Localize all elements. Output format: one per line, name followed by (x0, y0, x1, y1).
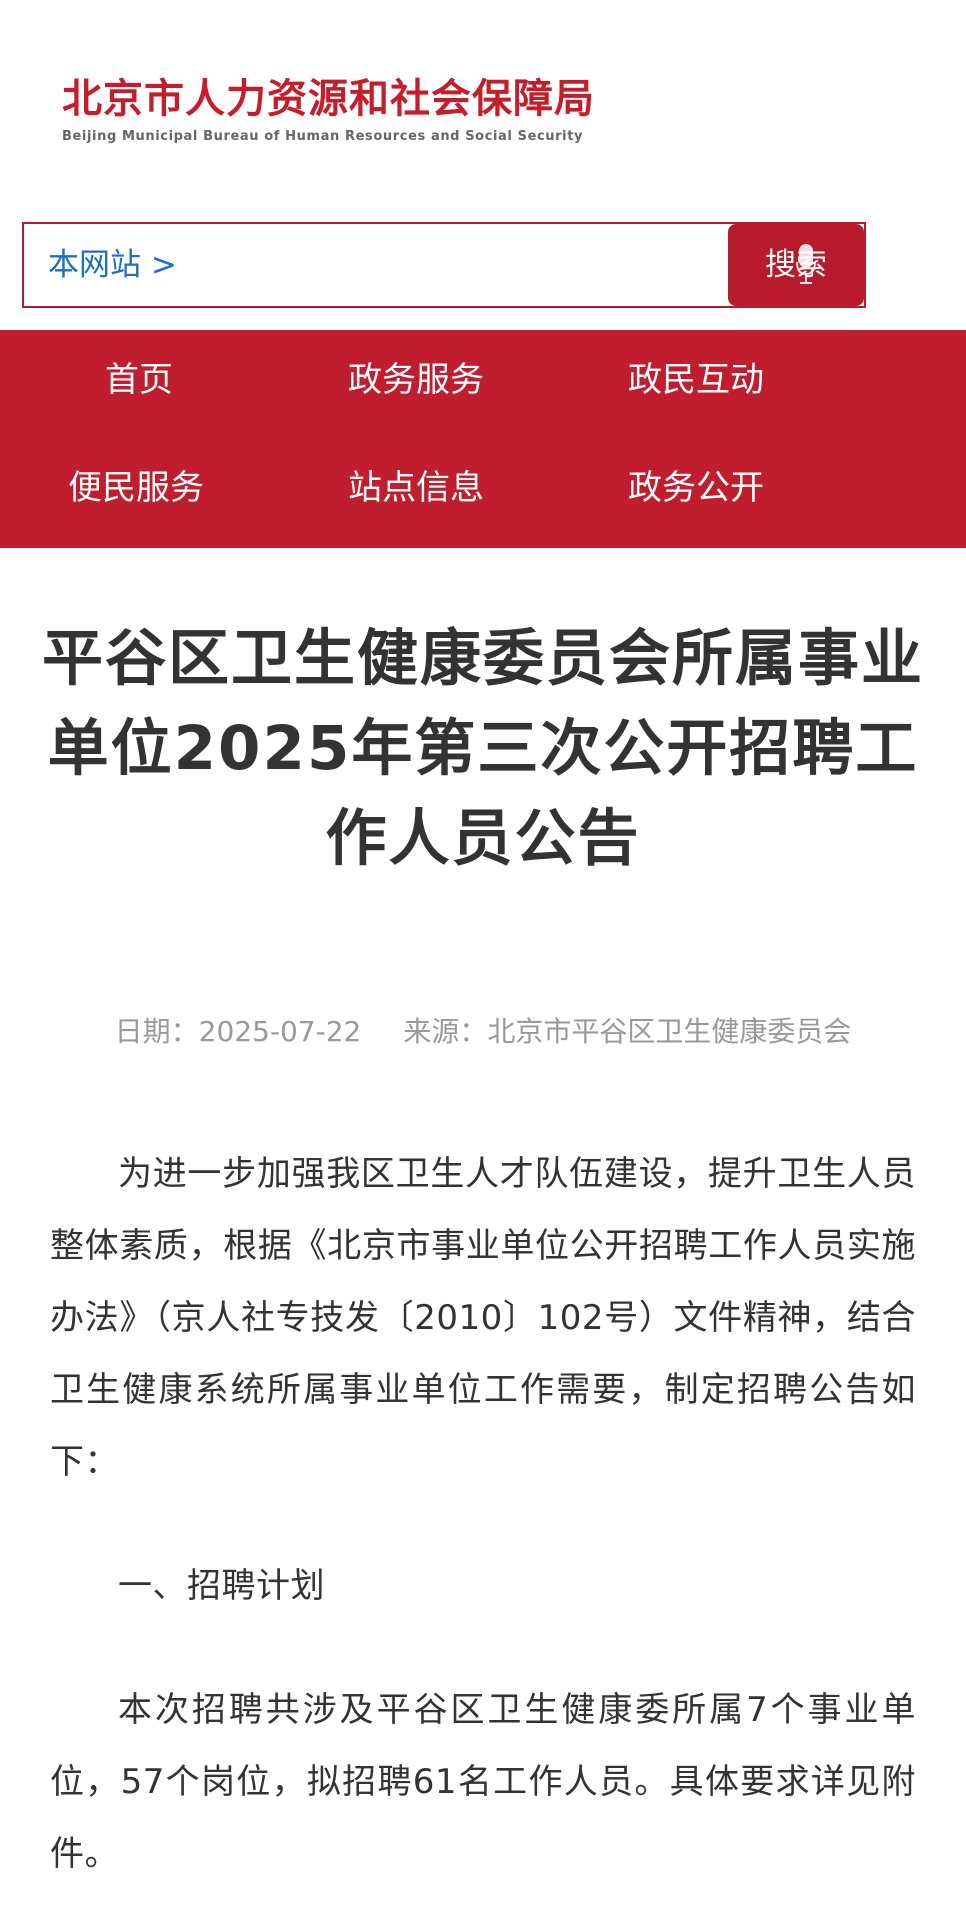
microphone-icon[interactable] (796, 242, 816, 286)
article-source: 来源：北京市平谷区卫生健康委员会 (403, 1015, 852, 1048)
logo-chinese-name: 北京市人力资源和社会保障局 (62, 76, 595, 122)
article-body: 为进一步加强我区卫生人才队伍建设，提升卫生人员整体素质，根据《北京市事业单位公开… (50, 1138, 916, 1890)
logo-english-name: Beijing Municipal Bureau of Human Resour… (62, 129, 584, 144)
nav-item-home[interactable]: 首页 (105, 358, 173, 402)
search-button[interactable]: 搜索 (728, 224, 864, 306)
search-input[interactable] (224, 238, 724, 292)
nav-item-government-services[interactable]: 政务服务 (348, 358, 484, 402)
article-paragraph: 本次招聘共涉及平谷区卫生健康委所属7个事业单位，57个岗位，拟招聘61名工作人员… (50, 1690, 916, 1874)
main-nav: 首页 政务服务 政民互动 便民服务 站点信息 政务公开 (0, 330, 966, 548)
nav-item-government-disclosure[interactable]: 政务公开 (628, 466, 764, 510)
nav-item-convenience-services[interactable]: 便民服务 (68, 466, 204, 510)
article-date: 日期：2025-07-22 (114, 1015, 362, 1048)
article-meta: 日期：2025-07-22 来源：北京市平谷区卫生健康委员会 (0, 1010, 966, 1050)
nav-item-site-info[interactable]: 站点信息 (348, 466, 484, 510)
page: 北京市人力资源和社会保障局 Beijing Municipal Bureau o… (0, 0, 966, 1920)
site-logo[interactable]: 北京市人力资源和社会保障局 Beijing Municipal Bureau o… (62, 74, 622, 149)
article-title: 平谷区卫生健康委员会所属事业单位2025年第三次公开招聘工作人员公告 (41, 623, 924, 874)
section-heading: 一、招聘计划 (118, 1566, 325, 1606)
search-bar: 本网站 > 搜索 (22, 222, 866, 308)
article-paragraph: 为进一步加强我区卫生人才队伍建设，提升卫生人员整体素质，根据《北京市事业单位公开… (50, 1154, 916, 1482)
search-scope-selector[interactable]: 本网站 > (48, 224, 177, 306)
nav-item-public-interaction[interactable]: 政民互动 (628, 358, 764, 402)
